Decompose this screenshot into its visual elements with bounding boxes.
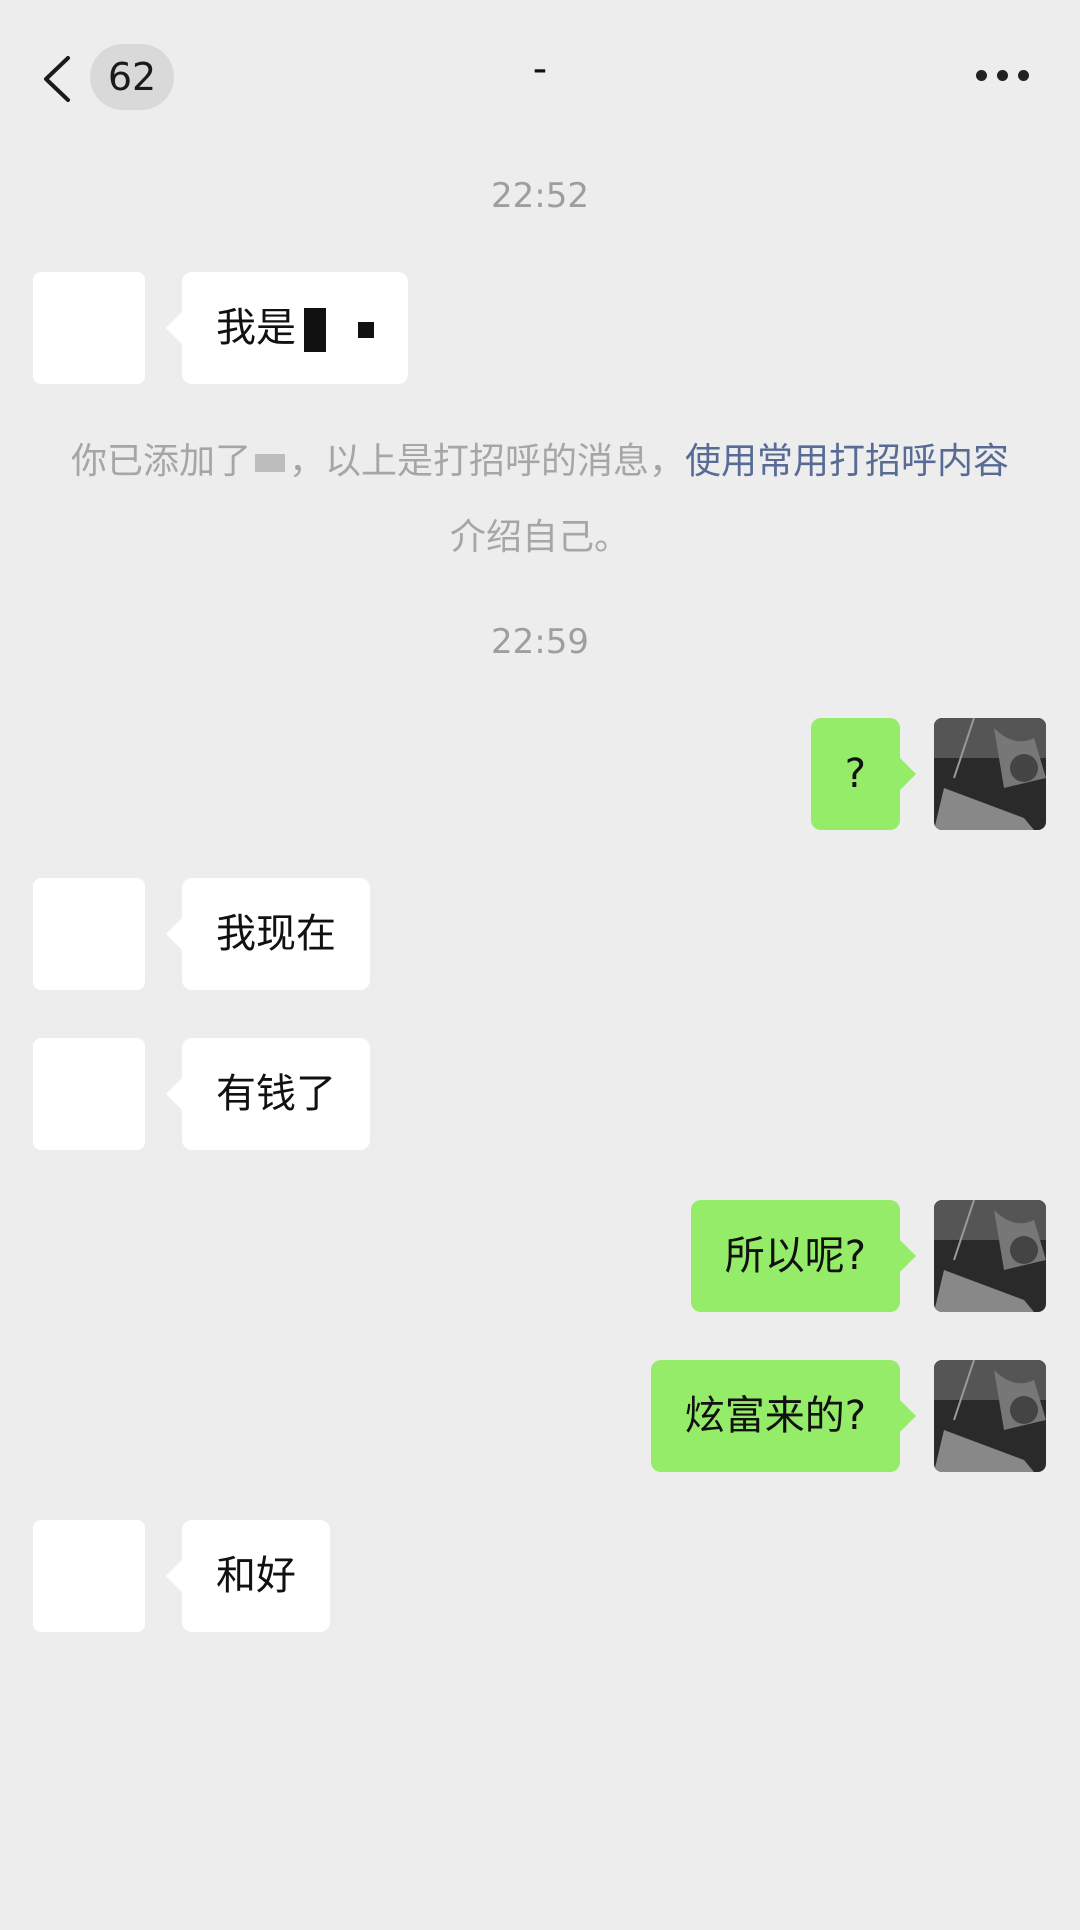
message-text: 和好 [216, 1553, 296, 1599]
message-bubble[interactable]: 我是 [166, 272, 408, 384]
message-text: 我是 [216, 305, 296, 351]
message-bubble[interactable]: 有钱了 [166, 1038, 370, 1150]
timestamp: 22:59 [491, 622, 589, 662]
avatar[interactable] [33, 1520, 145, 1632]
avatar[interactable] [934, 1200, 1046, 1312]
redaction-mark [304, 308, 326, 352]
redaction-mark [358, 322, 374, 338]
message-bubble[interactable]: 我现在 [166, 878, 370, 990]
avatar[interactable] [33, 878, 145, 990]
message-text: ? [844, 751, 866, 797]
system-notice-text: ，以上是打招呼的消息， [288, 441, 685, 482]
message-text: 我现在 [216, 911, 336, 957]
system-notice-text: 你已添加了 [70, 441, 251, 482]
chat-title: - [532, 46, 548, 92]
avatar[interactable] [934, 718, 1046, 830]
message-text: 炫富来的? [684, 1393, 866, 1439]
message-text: 有钱了 [216, 1071, 336, 1117]
message-bubble[interactable]: 炫富来的? [650, 1360, 917, 1472]
system-notice: 你已添加了 ，以上是打招呼的消息，使用常用打招呼内容介绍自己。 [70, 424, 1010, 576]
message-bubble[interactable]: 所以呢? [690, 1200, 917, 1312]
avatar[interactable] [33, 1038, 145, 1150]
message-text: 所以呢? [724, 1233, 866, 1279]
avatar[interactable] [934, 1360, 1046, 1472]
greeting-template-link[interactable]: 使用常用打招呼内容 [685, 441, 1009, 482]
message-bubble[interactable]: 和好 [166, 1520, 330, 1632]
more-dots-icon[interactable] [972, 60, 1032, 90]
message-bubble[interactable]: ? [810, 718, 917, 830]
system-notice-text: 介绍自己。 [449, 517, 630, 558]
redaction-mark [254, 454, 285, 472]
chat-header: 62 - [0, 0, 1080, 150]
avatar[interactable] [33, 272, 145, 384]
timestamp: 22:52 [491, 176, 589, 216]
